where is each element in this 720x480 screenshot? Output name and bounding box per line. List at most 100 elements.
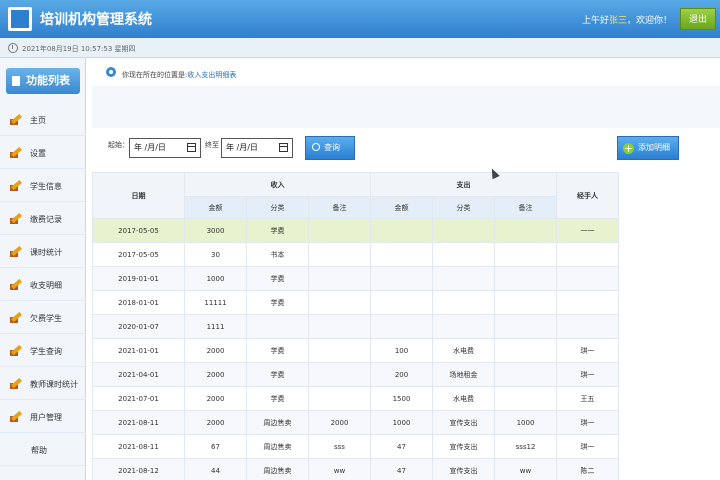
cell-handler: 琪一 (556, 362, 619, 387)
cell-income-note: sss (308, 434, 371, 459)
cell-income-note (308, 362, 371, 387)
cell-income-note: ww (308, 458, 371, 480)
cell-expense-category (432, 218, 495, 243)
clock-icon (8, 43, 18, 53)
table-row: 2021-08-12 44 周边售卖 ww 47 宣传支出 ww 陈二 (92, 458, 619, 480)
col-header-income-amount: 金额 (184, 196, 247, 219)
sidebar-item-label: 教师课时统计 (30, 380, 78, 389)
start-date-label: 起始： (108, 141, 129, 149)
cell-expense-category: 宣传支出 (432, 458, 495, 480)
cell-income-category: 周边售卖 (246, 434, 309, 459)
cell-income-note (308, 218, 371, 243)
user-name: 张三 (608, 16, 627, 26)
sidebar-item-teacher-hours[interactable]: 教师课时统计 (0, 368, 86, 400)
cell-expense-amount (370, 266, 433, 291)
cell-date: 2017-05-05 (92, 218, 185, 243)
edit-icon (10, 212, 22, 224)
logout-button[interactable]: 退出 (680, 8, 716, 30)
cell-date: 2018-01-01 (92, 290, 185, 315)
cell-expense-category (432, 290, 495, 315)
sidebar-item-label: 学生信息 (30, 182, 62, 191)
cell-expense-note (494, 314, 557, 339)
location-icon (106, 67, 116, 77)
table-row: 2017-05-05 3000 学费 一一 (92, 218, 619, 243)
cell-income-amount: 2000 (184, 362, 247, 387)
sidebar-item-label: 课时统计 (30, 248, 62, 257)
table-row: 2021-04-01 2000 学费 200 场地租金 琪一 (92, 362, 619, 387)
table-row: 2021-08-11 2000 周边售卖 2000 1000 宣传支出 1000 琪一 (92, 410, 619, 435)
date-bar: 2021年08月19日 10:57:53 星期四 (0, 38, 720, 58)
cell-handler (556, 290, 619, 315)
sidebar-item-student-search[interactable]: 学生查询 (0, 335, 86, 367)
sidebar-item-label: 学生查询 (30, 347, 62, 356)
sidebar-item-home[interactable]: 主页 (0, 104, 86, 136)
cell-expense-amount: 200 (370, 362, 433, 387)
cell-handler (556, 242, 619, 267)
cell-date: 2017-05-05 (92, 242, 185, 267)
cell-income-amount: 3000 (184, 218, 247, 243)
cell-expense-category (432, 266, 495, 291)
breadcrumb-current[interactable]: 收入支出明细表 (187, 71, 236, 79)
edit-icon (10, 179, 22, 191)
cell-income-category: 学费 (246, 338, 309, 363)
table-row: 2017-05-05 30 书本 (92, 242, 619, 267)
cell-expense-note (494, 242, 557, 267)
cell-date: 2020-01-07 (92, 314, 185, 339)
col-header-expense-amount: 金额 (370, 196, 433, 219)
edit-icon (10, 410, 22, 422)
calendar-icon[interactable] (279, 143, 288, 152)
edit-icon (10, 113, 22, 125)
cell-income-amount: 2000 (184, 410, 247, 435)
cell-income-amount: 2000 (184, 386, 247, 411)
cell-handler: 琪一 (556, 410, 619, 435)
end-date-value: 年 /月/日 (226, 143, 258, 152)
sidebar-item-help[interactable]: 帮助 (0, 434, 86, 466)
col-header-handler: 经手人 (556, 172, 619, 219)
add-icon (623, 143, 634, 154)
start-date-input[interactable]: 年 /月/日 (129, 138, 201, 158)
cell-expense-note: sss12 (494, 434, 557, 459)
sidebar-item-label: 缴费记录 (30, 215, 62, 224)
sidebar-item-arrears[interactable]: 欠费学生 (0, 302, 86, 334)
cell-date: 2019-01-01 (92, 266, 185, 291)
cell-income-amount: 67 (184, 434, 247, 459)
cell-income-category: 学费 (246, 218, 309, 243)
cell-handler: 陈二 (556, 458, 619, 480)
cell-income-category: 周边售卖 (246, 458, 309, 480)
cell-expense-note (494, 338, 557, 363)
cell-income-note (308, 290, 371, 315)
cell-income-amount: 2000 (184, 338, 247, 363)
sidebar-item-class-hours[interactable]: 课时统计 (0, 236, 86, 268)
col-header-expense-category: 分类 (432, 196, 495, 219)
table-row: 2021-08-11 67 周边售卖 sss 47 宣传支出 sss12 琪一 (92, 434, 619, 459)
add-detail-button[interactable]: 添加明细 (617, 136, 679, 160)
query-button[interactable]: 查询 (305, 136, 355, 160)
col-header-expense: 支出 (370, 172, 557, 197)
cell-income-category (246, 314, 309, 339)
table-row: 2018-01-01 11111 学费 (92, 290, 619, 315)
cell-expense-amount: 1500 (370, 386, 433, 411)
end-date-input[interactable]: 年 /月/日 (221, 138, 293, 158)
cell-income-amount: 11111 (184, 290, 247, 315)
cell-income-note: 2000 (308, 410, 371, 435)
cell-expense-amount (370, 290, 433, 315)
cell-expense-category: 宣传支出 (432, 434, 495, 459)
greeting: 上午好张三，欢迎你！ (582, 13, 672, 26)
sidebar-item-label: 收支明细 (30, 281, 62, 290)
cell-expense-category: 水电费 (432, 386, 495, 411)
edit-icon (10, 245, 22, 257)
cell-income-amount: 1111 (184, 314, 247, 339)
cell-expense-category: 场地租金 (432, 362, 495, 387)
search-icon (312, 143, 320, 151)
sidebar-item-payment-records[interactable]: 缴费记录 (0, 203, 86, 235)
sidebar-item-income-expense[interactable]: 收支明细 (0, 269, 86, 301)
sidebar-item-settings[interactable]: 设置 (0, 137, 86, 169)
query-button-label: 查询 (324, 143, 340, 152)
sidebar-item-student-info[interactable]: 学生信息 (0, 170, 86, 202)
edit-icon (10, 311, 22, 323)
calendar-icon[interactable] (187, 143, 196, 152)
sidebar-item-user-management[interactable]: 用户管理 (0, 401, 86, 433)
col-header-income: 收入 (184, 172, 371, 197)
income-expense-table: 日期 收入 支出 经手人 金额 分类 备注 金额 分类 备注 2017-05-0… (92, 172, 619, 480)
cell-income-note (308, 242, 371, 267)
